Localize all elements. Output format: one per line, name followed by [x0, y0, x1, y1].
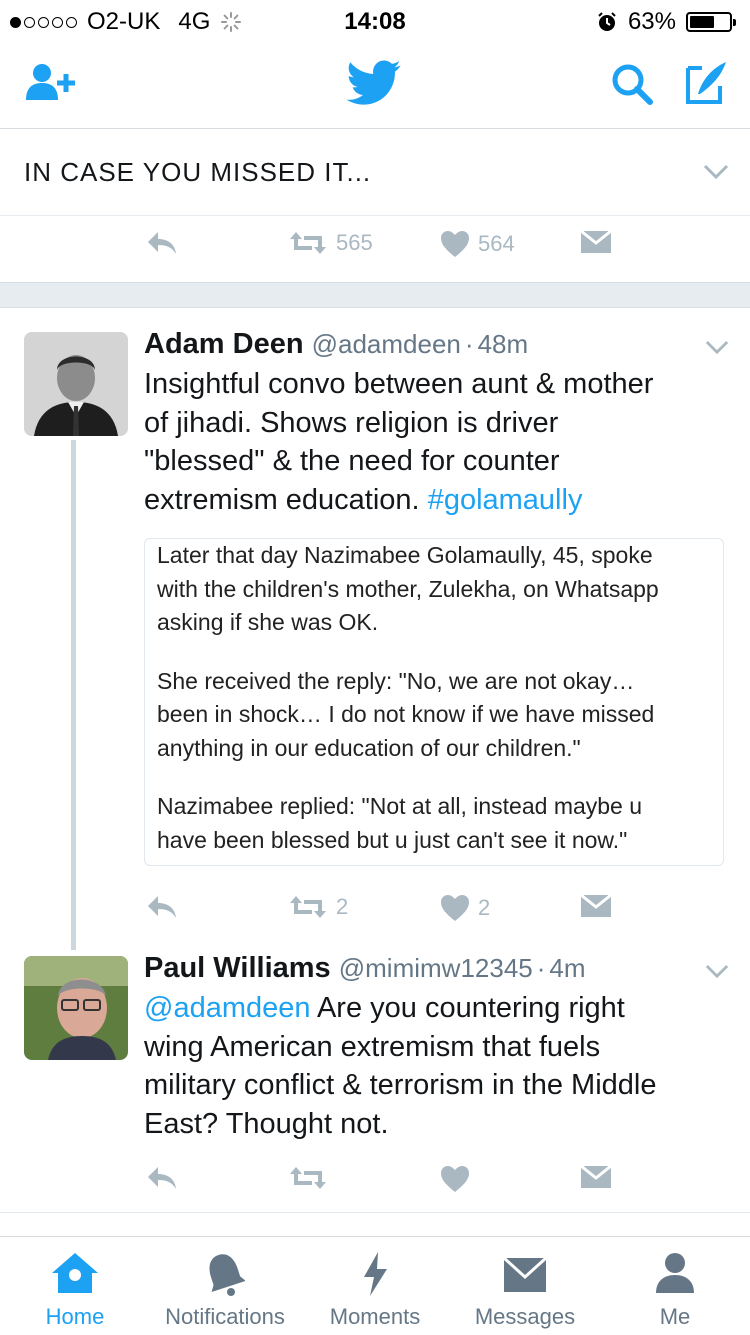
retweet-icon[interactable]	[288, 1165, 328, 1191]
quote-line: been in shock… I do not know if we have …	[157, 701, 655, 727]
tweet-time: 4m	[549, 953, 586, 983]
chevron-down-icon[interactable]	[705, 340, 729, 355]
bottom-tab-bar: Home Notifications Moments Messages Me	[0, 1236, 750, 1335]
reply-icon[interactable]	[146, 894, 178, 920]
attached-image-quote[interactable]: Later that day Nazimabee Golamaully, 45,…	[144, 538, 724, 866]
add-user-icon[interactable]	[24, 62, 78, 102]
tab-notifications[interactable]: Notifications	[150, 1237, 300, 1335]
meta-separator: ·	[536, 953, 546, 983]
divider	[0, 1212, 750, 1213]
avatar[interactable]	[24, 332, 128, 436]
retweet-count: 565	[336, 230, 373, 255]
tweet-line: wing American extremism that fuels	[144, 1030, 601, 1063]
tweet-header: Paul Williams @mimimw12345 · 4m	[144, 952, 586, 985]
chevron-down-icon[interactable]	[705, 964, 729, 979]
section-gap	[0, 282, 750, 308]
tab-moments[interactable]: Moments	[300, 1237, 450, 1335]
dm-icon[interactable]	[580, 230, 612, 254]
tweet-text: @adamdeen Are you countering right wing …	[144, 989, 734, 1143]
tab-label: Notifications	[165, 1304, 285, 1329]
tab-messages[interactable]: Messages	[450, 1237, 600, 1335]
thread-line	[71, 440, 76, 950]
heart-icon	[441, 895, 469, 921]
like-button[interactable]: 564	[440, 230, 515, 258]
bell-icon	[209, 1254, 245, 1296]
top-nav-bar	[0, 40, 750, 129]
retweet-button[interactable]: 2	[288, 894, 348, 920]
retweet-count: 2	[336, 894, 349, 919]
tab-home[interactable]: Home	[0, 1237, 150, 1335]
tweet-actions: 2 2	[0, 884, 750, 934]
quote-line: with the children's mother, Zulekha, on …	[157, 575, 659, 602]
tweet-time: 48m	[477, 329, 529, 359]
reply-icon[interactable]	[146, 230, 178, 256]
meta-separator: ·	[464, 329, 474, 359]
tweet-line: extremism education.	[144, 483, 420, 516]
reply-icon[interactable]	[146, 1165, 178, 1191]
dm-icon[interactable]	[580, 1165, 612, 1189]
person-icon	[656, 1253, 694, 1293]
tweet-actions	[0, 1155, 750, 1205]
tab-label: Me	[659, 1304, 691, 1329]
search-icon[interactable]	[610, 62, 654, 106]
tweet-text: Insightful convo between aunt & mother o…	[144, 365, 734, 519]
like-count: 2	[478, 895, 491, 920]
quote-line: anything in our education of our childre…	[157, 734, 581, 761]
lightning-icon	[364, 1252, 387, 1296]
tweet-header: Adam Deen @adamdeen · 48m	[144, 328, 528, 361]
twitter-bird-icon[interactable]	[346, 60, 402, 106]
tab-label: Messages	[474, 1304, 576, 1329]
battery-icon	[686, 12, 736, 32]
heart-icon[interactable]	[440, 1165, 470, 1193]
quote-line: She received the reply: "No, we are not …	[157, 667, 635, 694]
author-handle[interactable]: @adamdeen	[312, 329, 461, 359]
retweet-icon	[290, 232, 326, 254]
retweet-button[interactable]: 565	[288, 230, 373, 256]
like-button[interactable]: 2	[440, 894, 490, 922]
quote-line: Later that day Nazimabee Golamaully, 45,…	[157, 542, 653, 568]
tab-label: Moments	[329, 1304, 421, 1329]
section-title: IN CASE YOU MISSED IT...	[24, 157, 372, 187]
avatar[interactable]	[24, 956, 128, 1060]
tweet-line: Are you countering right	[310, 992, 625, 1024]
tweet-line: "blessed" & the need for counter	[144, 445, 560, 477]
home-icon	[52, 1253, 98, 1293]
quote-line: asking if she was OK.	[157, 609, 379, 635]
alarm-icon	[598, 12, 616, 31]
dm-icon[interactable]	[580, 894, 612, 918]
like-count: 564	[478, 231, 515, 256]
mention-link[interactable]: @adamdeen	[144, 992, 311, 1024]
quote-line: Nazimabee replied: "Not at all, instead …	[157, 793, 643, 819]
author-name[interactable]: Paul Williams	[144, 952, 331, 984]
battery-percent: 63%	[627, 8, 676, 35]
retweet-icon	[290, 896, 326, 918]
tab-label: Home	[45, 1304, 105, 1329]
tab-me[interactable]: Me	[600, 1237, 750, 1335]
author-handle[interactable]: @mimimw12345	[339, 953, 533, 983]
prev-tweet-actions: 565 564	[0, 220, 750, 270]
tweet-line: Insightful convo between aunt & mother	[144, 368, 654, 400]
quote-line: have been blessed but u just can't see i…	[157, 826, 628, 853]
heart-icon	[441, 231, 469, 257]
chevron-down-icon[interactable]	[703, 164, 729, 180]
envelope-icon	[503, 1257, 547, 1292]
tweet-line: East? Thought not.	[144, 1107, 389, 1140]
hashtag-link[interactable]: #golamaully	[428, 484, 583, 516]
author-name[interactable]: Adam Deen	[144, 328, 304, 360]
status-bar: O2-UK 4G 14:08 63%	[0, 0, 750, 40]
tweet-line: of jihadi. Shows religion is driver	[144, 406, 559, 439]
compose-icon[interactable]	[684, 60, 728, 106]
tweet-line: military conflict & terrorism in the Mid…	[144, 1069, 657, 1101]
icymi-header[interactable]: IN CASE YOU MISSED IT...	[0, 129, 750, 216]
